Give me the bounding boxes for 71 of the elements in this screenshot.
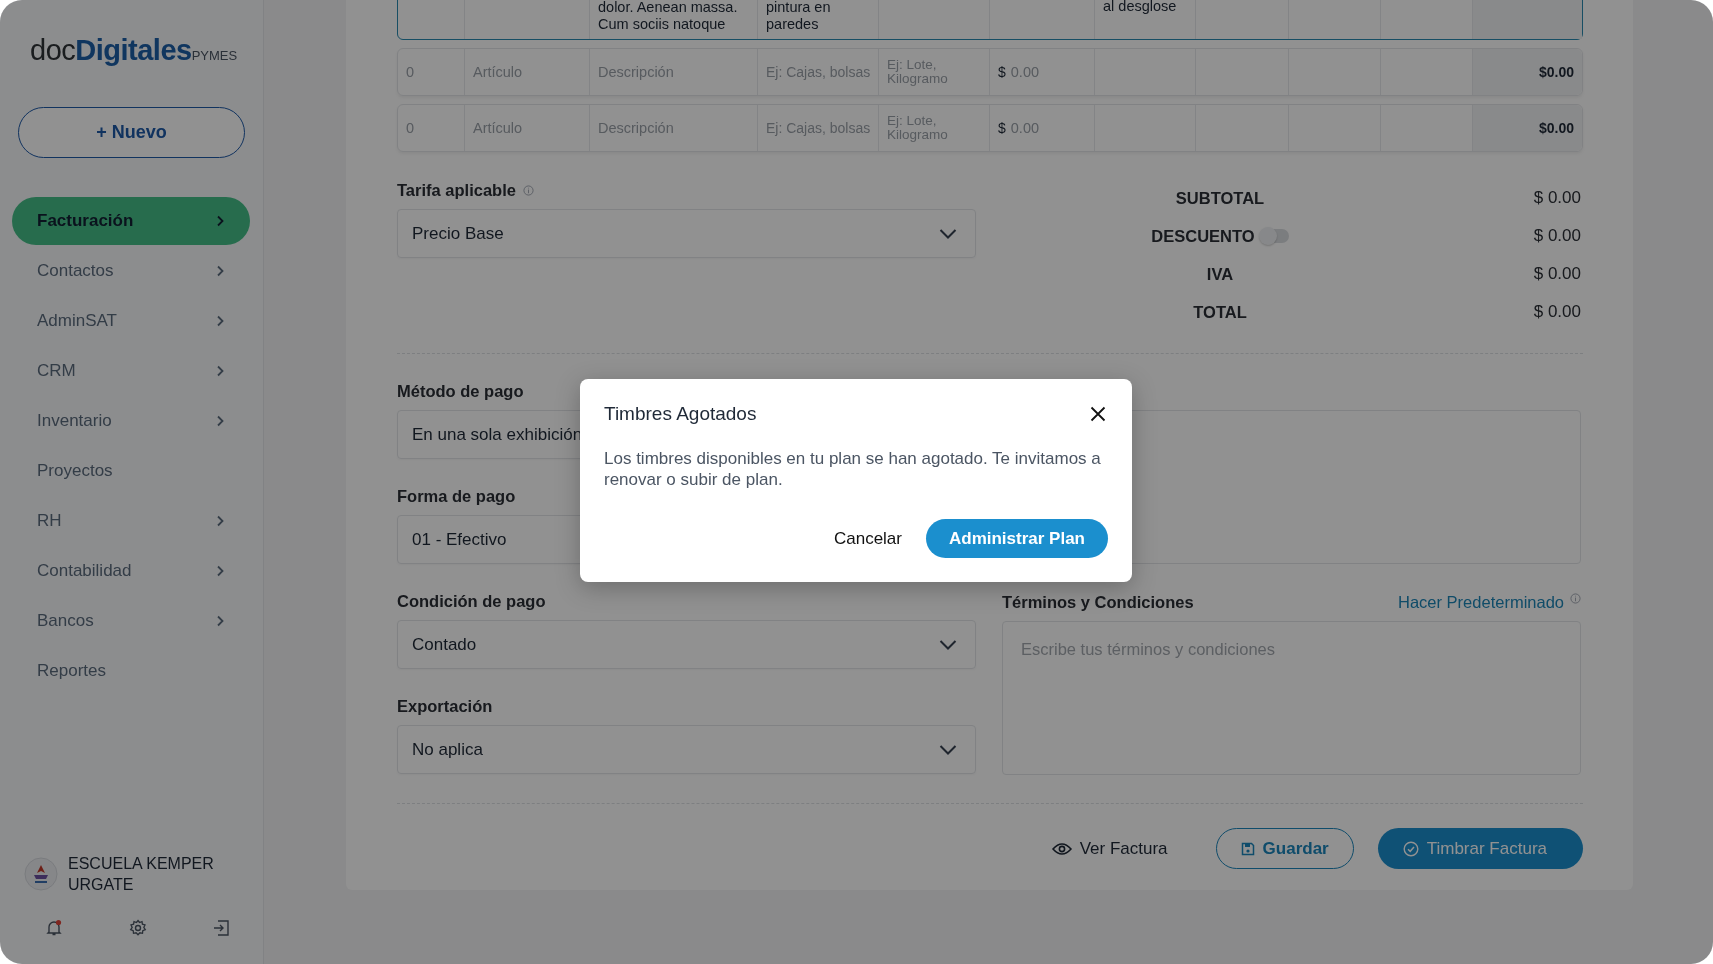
info-icon: [1570, 592, 1581, 604]
dialog-title: Timbres Agotados: [604, 403, 757, 425]
dropdown-field[interactable]: No aplica: [397, 725, 976, 774]
avatar: [24, 857, 58, 891]
field-label: Exportación: [397, 696, 493, 716]
chevron-down-icon: [939, 227, 957, 240]
manage-plan-button[interactable]: Administrar Plan: [926, 519, 1108, 558]
chevron-down-icon: [939, 743, 957, 756]
quantity-field[interactable]: 0: [406, 120, 456, 136]
price-field[interactable]: 0.00: [1010, 120, 1071, 136]
nav-item[interactable]: CRM: [12, 347, 250, 395]
eye-icon: [1051, 841, 1072, 856]
rate-select[interactable]: Precio Base: [397, 209, 976, 258]
total-label: DESCUENTO: [1151, 226, 1255, 246]
unit-field[interactable]: Ej: Cajas, bolsas: [766, 64, 870, 80]
total-value: $ 0.00: [1532, 302, 1581, 322]
discount-switch[interactable]: [1260, 229, 1289, 243]
total-label: IVA: [1206, 264, 1234, 284]
check-circle-icon: [1402, 840, 1419, 857]
table-cell-text: dolor. Aenean massa. Cum sociis natoque: [598, 0, 738, 33]
unit-field[interactable]: Ej: Cajas, bolsas: [766, 120, 870, 136]
nav-item[interactable]: Contactos: [12, 247, 250, 295]
nav-item[interactable]: Contabilidad: [12, 547, 250, 595]
new-button[interactable]: + Nuevo: [18, 107, 245, 158]
amount-text: $0.00: [1538, 120, 1574, 136]
dropdown-field[interactable]: Contado: [397, 620, 976, 669]
nav-item[interactable]: Bancos: [12, 597, 250, 645]
total-label: TOTAL: [1193, 302, 1247, 322]
nav-item[interactable]: Proyectos: [12, 447, 250, 495]
amount-text: $0.00: [1538, 64, 1574, 80]
info-icon: [522, 184, 534, 196]
field-label: Método de pago: [397, 381, 524, 401]
field-label: Forma de pago: [397, 486, 516, 506]
nav-item[interactable]: AdminSAT: [12, 297, 250, 345]
unit-code-field[interactable]: Ej: Lote, Kilogramo: [887, 58, 981, 86]
field-label: Tarifa aplicable: [397, 180, 516, 200]
nav-item[interactable]: Reportes: [12, 647, 250, 695]
logo: docDigitalesPYMES: [30, 34, 239, 67]
total-value: $ 0.00: [1532, 188, 1581, 208]
stamp-invoice-button[interactable]: Timbrar Factura: [1377, 828, 1583, 869]
field-label: Condición de pago: [397, 591, 546, 611]
save-icon: [1240, 841, 1255, 856]
unit-code-field[interactable]: Ej: Lote, Kilogramo: [887, 114, 981, 142]
view-invoice-button[interactable]: Ver Factura: [1027, 828, 1192, 869]
article-field[interactable]: Artículo: [473, 64, 581, 80]
nav-item[interactable]: RH: [12, 497, 250, 545]
chevron-down-icon: [939, 638, 957, 651]
cancel-button[interactable]: Cancelar: [833, 519, 902, 558]
nav-item[interactable]: Inventario: [12, 397, 250, 445]
close-icon[interactable]: [1090, 406, 1106, 422]
currency-sign: $: [998, 120, 1006, 136]
article-field[interactable]: Artículo: [473, 120, 581, 136]
nav-item[interactable]: Facturación: [12, 197, 250, 245]
total-value: $ 0.00: [1532, 264, 1581, 284]
dialog-message: Los timbres disponibles en tu plan se han agotado. Te invitamos a renovar o subir de plan.: [604, 448, 1102, 490]
table-cell-text: pintura en paredes: [766, 0, 831, 33]
price-field[interactable]: 0.00: [1010, 64, 1071, 80]
table-cell-text: al desglose: [1103, 0, 1177, 15]
total-value: $ 0.00: [1532, 226, 1581, 246]
set-default-link[interactable]: Hacer Predeterminado: [1398, 592, 1564, 612]
quantity-field[interactable]: 0: [406, 64, 456, 80]
settings-icon[interactable]: [128, 919, 147, 937]
field-label: Términos y Condiciones: [1002, 592, 1194, 612]
total-label: SUBTOTAL: [1175, 188, 1265, 208]
logout-icon[interactable]: [212, 919, 230, 937]
account-name: ESCUELA KEMPER URGATE: [68, 854, 215, 895]
notification-bell-icon[interactable]: [45, 919, 63, 937]
save-button[interactable]: Guardar: [1215, 828, 1354, 869]
description-field[interactable]: Descripción: [598, 120, 749, 136]
description-field[interactable]: Descripción: [598, 64, 749, 80]
currency-sign: $: [998, 64, 1006, 80]
